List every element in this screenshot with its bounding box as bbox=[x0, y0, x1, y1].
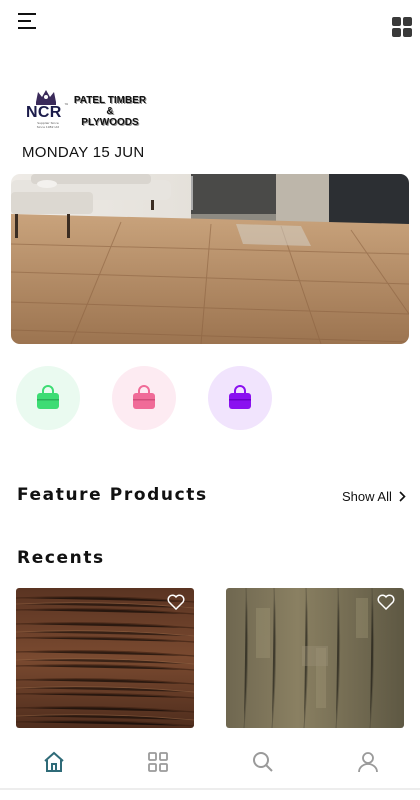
feature-products-heading: Feature Products bbox=[17, 485, 208, 505]
logo-tagline: Supplier Since Since 1982 Ltd bbox=[26, 121, 70, 129]
recent-product-card[interactable] bbox=[226, 588, 404, 728]
category-button-green[interactable] bbox=[16, 366, 80, 430]
logo-ncr-text: NCR bbox=[26, 104, 62, 121]
logo-line3: PLYWOODS bbox=[81, 117, 139, 128]
recent-product-card[interactable] bbox=[16, 588, 194, 728]
bottom-navigation bbox=[0, 736, 420, 790]
logo-tagline-line2: Since 1982 Ltd bbox=[36, 124, 60, 129]
hamburger-icon[interactable] bbox=[18, 12, 40, 30]
chevron-right-icon bbox=[399, 491, 406, 502]
hero-floor-image bbox=[11, 174, 409, 344]
category-button-pink[interactable] bbox=[112, 366, 176, 430]
home-icon bbox=[44, 751, 64, 772]
current-date: MONDAY 15 JUN bbox=[22, 144, 145, 161]
profile-icon bbox=[358, 752, 378, 773]
shopping-bag-icon bbox=[229, 385, 251, 409]
nav-profile[interactable] bbox=[356, 750, 380, 774]
nav-search[interactable] bbox=[251, 750, 275, 774]
shopping-bag-icon bbox=[133, 385, 155, 409]
show-all-link[interactable]: Show All bbox=[342, 489, 406, 504]
brand-logo: NCR ™ Supplier Since Since 1982 Ltd PATE… bbox=[24, 88, 154, 136]
categories-icon bbox=[148, 752, 168, 772]
shopping-bag-icon bbox=[37, 385, 59, 409]
logo-line1: PATEL TIMBER bbox=[73, 95, 147, 106]
ncr-logo-mark: NCR ™ Supplier Since Since 1982 Ltd bbox=[24, 88, 70, 134]
recents-heading: Recents bbox=[17, 548, 105, 568]
nav-categories[interactable] bbox=[146, 750, 170, 774]
search-icon bbox=[253, 752, 273, 772]
nav-home[interactable] bbox=[42, 750, 66, 774]
heart-icon[interactable] bbox=[167, 594, 185, 610]
grid-icon[interactable] bbox=[391, 16, 413, 38]
logo-company-name: PATEL TIMBER & PLYWOODS bbox=[68, 95, 152, 128]
logo-line2: & bbox=[106, 106, 114, 117]
category-button-purple[interactable] bbox=[208, 366, 272, 430]
heart-icon[interactable] bbox=[377, 594, 395, 610]
top-bar bbox=[0, 0, 420, 52]
show-all-label: Show All bbox=[342, 489, 392, 504]
bottom-divider bbox=[0, 788, 420, 790]
hero-banner[interactable] bbox=[11, 174, 409, 344]
